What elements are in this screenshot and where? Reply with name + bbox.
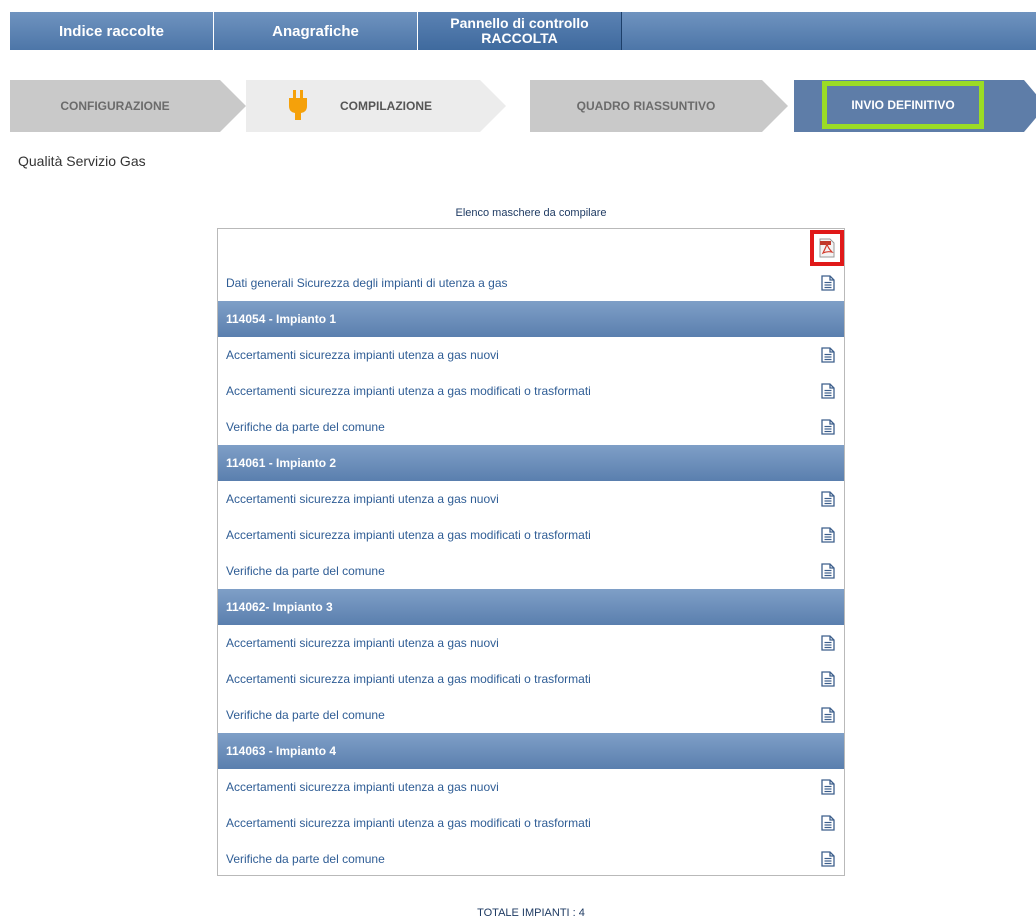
step-arrow: [480, 80, 506, 132]
impianto-header-label: 114062- Impianto 3: [226, 600, 333, 614]
mask-link[interactable]: Verifiche da parte del comune: [226, 409, 385, 445]
mask-row: Verifiche da parte del comune: [218, 409, 844, 445]
top-navigation: Indice raccolte Anagrafiche Pannello di …: [10, 12, 1036, 50]
document-icon[interactable]: [821, 707, 835, 723]
list-title: Elenco maschere da compilare: [455, 207, 607, 219]
pdf-export-button[interactable]: [810, 230, 844, 266]
total-impianti: TOTALE IMPIANTI : 4: [477, 907, 585, 919]
pdf-icon: [819, 238, 835, 258]
step-configurazione-label: CONFIGURAZIONE: [60, 99, 170, 113]
invio-definitivo-label: INVIO DEFINITIVO: [851, 98, 955, 112]
document-icon[interactable]: [821, 275, 835, 291]
mask-link[interactable]: Accertamenti sicurezza impianti utenza a…: [226, 517, 591, 553]
mask-row: Verifiche da parte del comune: [218, 553, 844, 589]
mask-link[interactable]: Accertamenti sicurezza impianti utenza a…: [226, 769, 499, 805]
tab-indice-raccolte[interactable]: Indice raccolte: [10, 12, 214, 50]
mask-row: Accertamenti sicurezza impianti utenza a…: [218, 517, 844, 553]
step-arrow: [762, 80, 788, 132]
mask-link[interactable]: Verifiche da parte del comune: [226, 697, 385, 733]
mask-row: Dati generali Sicurezza degli impianti d…: [218, 265, 844, 301]
document-icon[interactable]: [821, 527, 835, 543]
mask-link[interactable]: Accertamenti sicurezza impianti utenza a…: [226, 805, 591, 841]
tab-pannello-di-controllo[interactable]: Pannello di controllo RACCOLTA: [418, 12, 622, 50]
plug-icon: [289, 90, 307, 120]
impianto-header-label: 114054 - Impianto 1: [226, 312, 337, 326]
step-compilazione-label: COMPILAZIONE: [340, 99, 432, 113]
workflow-steps: CONFIGURAZIONE COMPILAZIONE QUADRO RIASS…: [10, 80, 1036, 132]
step-compilazione[interactable]: COMPILAZIONE: [246, 80, 480, 132]
document-icon[interactable]: [821, 419, 835, 435]
invio-definitivo-button[interactable]: INVIO DEFINITIVO: [822, 81, 984, 129]
impianto-header-row: 114063 - Impianto 4: [218, 733, 844, 769]
document-icon[interactable]: [821, 815, 835, 831]
page-subtitle: Qualità Servizio Gas: [18, 153, 146, 169]
document-icon[interactable]: [821, 635, 835, 651]
mask-link[interactable]: Accertamenti sicurezza impianti utenza a…: [226, 337, 499, 373]
mask-row: Verifiche da parte del comune: [218, 841, 844, 877]
step-configurazione[interactable]: CONFIGURAZIONE: [10, 80, 220, 132]
mask-row: Accertamenti sicurezza impianti utenza a…: [218, 481, 844, 517]
mask-link[interactable]: Verifiche da parte del comune: [226, 553, 385, 589]
mask-link[interactable]: Accertamenti sicurezza impianti utenza a…: [226, 625, 499, 661]
impianto-header-row: 114054 - Impianto 1: [218, 301, 844, 337]
mask-link[interactable]: Dati generali Sicurezza degli impianti d…: [226, 265, 508, 301]
document-icon[interactable]: [821, 779, 835, 795]
mask-link[interactable]: Verifiche da parte del comune: [226, 841, 385, 877]
mask-link[interactable]: Accertamenti sicurezza impianti utenza a…: [226, 661, 591, 697]
mask-row: Accertamenti sicurezza impianti utenza a…: [218, 373, 844, 409]
tab-pannello-label-line2: RACCOLTA: [481, 30, 558, 46]
impianto-header-label: 114063 - Impianto 4: [226, 744, 337, 758]
step-arrow: [1024, 80, 1036, 132]
document-icon[interactable]: [821, 347, 835, 363]
mask-row: Accertamenti sicurezza impianti utenza a…: [218, 805, 844, 841]
mask-row: Accertamenti sicurezza impianti utenza a…: [218, 661, 844, 697]
masks-list-panel: Dati generali Sicurezza degli impianti d…: [217, 228, 845, 876]
mask-link[interactable]: Accertamenti sicurezza impianti utenza a…: [226, 481, 499, 517]
mask-row: Accertamenti sicurezza impianti utenza a…: [218, 769, 844, 805]
impianto-header-row: 114062- Impianto 3: [218, 589, 844, 625]
step-arrow: [220, 80, 246, 132]
mask-row: Verifiche da parte del comune: [218, 697, 844, 733]
step-quadro-riassuntivo[interactable]: QUADRO RIASSUNTIVO: [530, 80, 762, 132]
impianto-header-label: 114061 - Impianto 2: [226, 456, 337, 470]
tab-anagrafiche[interactable]: Anagrafiche: [214, 12, 418, 50]
document-icon[interactable]: [821, 383, 835, 399]
document-icon[interactable]: [821, 671, 835, 687]
document-icon[interactable]: [821, 851, 835, 867]
tab-pannello-label-line1: Pannello di controllo: [450, 15, 589, 31]
mask-link[interactable]: Accertamenti sicurezza impianti utenza a…: [226, 373, 591, 409]
document-icon[interactable]: [821, 491, 835, 507]
document-icon[interactable]: [821, 563, 835, 579]
impianto-header-row: 114061 - Impianto 2: [218, 445, 844, 481]
mask-row: Accertamenti sicurezza impianti utenza a…: [218, 337, 844, 373]
mask-row: Accertamenti sicurezza impianti utenza a…: [218, 625, 844, 661]
step-quadro-label: QUADRO RIASSUNTIVO: [576, 99, 716, 113]
